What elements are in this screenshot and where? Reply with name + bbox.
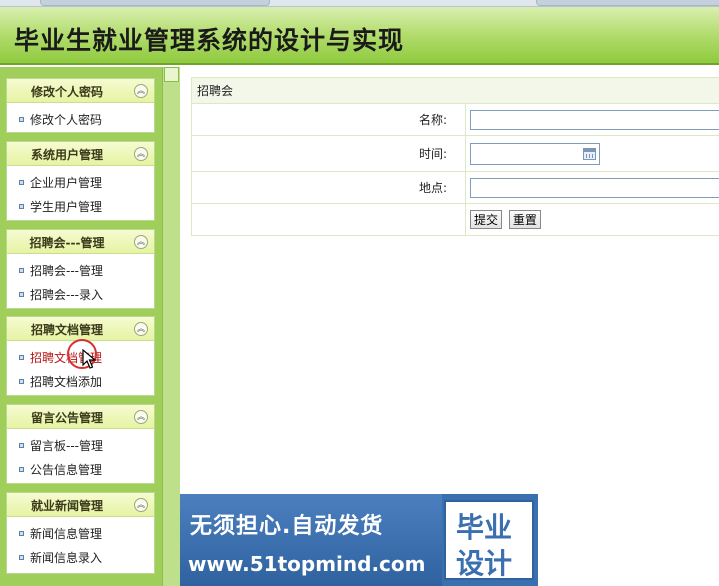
sidebar-item-label: 招聘文档添加 bbox=[30, 375, 103, 389]
sidebar-item-label: 留言板---管理 bbox=[30, 439, 103, 453]
sidebar-group-password: 修改个人密码 ︽ 修改个人密码 bbox=[6, 78, 155, 133]
bullet-icon bbox=[19, 204, 24, 209]
sidebar: 修改个人密码 ︽ 修改个人密码 系统用户管理 ︽ 企业用户管理 学生用户管理 招… bbox=[0, 67, 162, 586]
time-label: 时间: bbox=[191, 135, 466, 172]
bullet-icon bbox=[19, 555, 24, 560]
name-label: 名称: bbox=[191, 103, 466, 136]
browser-tab[interactable] bbox=[536, 0, 719, 6]
browser-tab[interactable] bbox=[40, 0, 270, 6]
sidebar-group-messages: 留言公告管理 ︽ 留言板---管理 公告信息管理 bbox=[6, 404, 155, 484]
collapse-icon[interactable]: ︽ bbox=[134, 498, 148, 512]
ad-slogan: 无须担心.自动发货 bbox=[190, 514, 384, 539]
group-header[interactable]: 系统用户管理 ︽ bbox=[7, 142, 154, 166]
bullet-icon bbox=[19, 268, 24, 273]
sidebar-group-news: 就业新闻管理 ︽ 新闻信息管理 新闻信息录入 bbox=[6, 492, 155, 574]
collapse-icon[interactable]: ︽ bbox=[134, 147, 148, 161]
ad-panel: 无须担心.自动发货 www.51topmind.com bbox=[180, 494, 442, 586]
ad-badge-line2: 设计 bbox=[456, 547, 513, 580]
sidebar-group-job-fair: 招聘会---管理 ︽ 招聘会---管理 招聘会---录入 bbox=[6, 229, 155, 309]
sidebar-item-label: 公告信息管理 bbox=[30, 463, 103, 477]
group-header[interactable]: 修改个人密码 ︽ bbox=[7, 79, 154, 103]
app-header: 毕业生就业管理系统的设计与实现 bbox=[0, 7, 719, 65]
bullet-icon bbox=[19, 379, 24, 384]
group-title: 招聘文档管理 bbox=[30, 323, 103, 337]
ad-badge: 毕业 设计 bbox=[444, 500, 534, 580]
sidebar-item-label: 招聘会---录入 bbox=[30, 288, 103, 302]
group-title: 修改个人密码 bbox=[30, 85, 103, 99]
form-caption: 招聘会 bbox=[191, 77, 719, 104]
page-title: 毕业生就业管理系统的设计与实现 bbox=[14, 26, 405, 55]
sidebar-group-system-users: 系统用户管理 ︽ 企业用户管理 学生用户管理 bbox=[6, 141, 155, 221]
bullet-icon bbox=[19, 355, 24, 360]
sidebar-item-news-add[interactable]: 新闻信息录入 bbox=[7, 546, 154, 570]
sidebar-item-student-users[interactable]: 学生用户管理 bbox=[7, 195, 154, 219]
cursor-icon bbox=[82, 349, 96, 369]
watermark-ad: 无须担心.自动发货 www.51topmind.com 毕业 设计 bbox=[180, 494, 538, 586]
collapse-icon[interactable]: ︽ bbox=[134, 235, 148, 249]
sidebar-splitter[interactable] bbox=[162, 67, 180, 586]
splitter-toggle-icon[interactable] bbox=[164, 67, 179, 82]
name-input[interactable] bbox=[470, 109, 719, 130]
group-header[interactable]: 招聘会---管理 ︽ bbox=[7, 230, 154, 254]
group-title: 招聘会---管理 bbox=[29, 236, 105, 250]
bullet-icon bbox=[19, 292, 24, 297]
ad-badge-line1: 毕业 bbox=[456, 511, 513, 544]
buttons-spacer bbox=[191, 203, 466, 236]
sidebar-item-company-users[interactable]: 企业用户管理 bbox=[7, 171, 154, 195]
group-title: 留言公告管理 bbox=[30, 411, 103, 425]
sidebar-item-label: 新闻信息管理 bbox=[30, 527, 103, 541]
browser-tab-strip bbox=[0, 0, 719, 7]
ad-url: www.51topmind.com bbox=[188, 552, 426, 576]
sidebar-item-message-board[interactable]: 留言板---管理 bbox=[7, 434, 154, 458]
bullet-icon bbox=[19, 467, 24, 472]
group-header[interactable]: 留言公告管理 ︽ bbox=[7, 405, 154, 429]
sidebar-item-label: 企业用户管理 bbox=[30, 176, 103, 190]
submit-button[interactable]: 提交 bbox=[470, 210, 503, 229]
sidebar-item-notices[interactable]: 公告信息管理 bbox=[7, 458, 154, 482]
calendar-icon[interactable] bbox=[583, 147, 596, 160]
collapse-icon[interactable]: ︽ bbox=[134, 410, 148, 424]
sidebar-item-job-fair-add[interactable]: 招聘会---录入 bbox=[7, 283, 154, 307]
time-date-picker[interactable] bbox=[470, 142, 600, 165]
group-title: 系统用户管理 bbox=[30, 148, 103, 162]
sidebar-item-label: 招聘会---管理 bbox=[30, 264, 103, 278]
collapse-icon[interactable]: ︽ bbox=[134, 322, 148, 336]
bullet-icon bbox=[19, 443, 24, 448]
time-input[interactable] bbox=[471, 143, 579, 164]
group-title: 就业新闻管理 bbox=[30, 499, 103, 513]
sidebar-item-label: 新闻信息录入 bbox=[30, 551, 103, 565]
sidebar-item-job-fair-manage[interactable]: 招聘会---管理 bbox=[7, 259, 154, 283]
reset-button[interactable]: 重置 bbox=[508, 210, 541, 229]
sidebar-item-news-manage[interactable]: 新闻信息管理 bbox=[7, 522, 154, 546]
bullet-icon bbox=[19, 531, 24, 536]
job-fair-form: 招聘会 名称: 时间: 地点: 提交 重置 bbox=[191, 77, 719, 236]
sidebar-item-label: 学生用户管理 bbox=[30, 200, 103, 214]
group-header[interactable]: 就业新闻管理 ︽ bbox=[7, 493, 154, 517]
sidebar-item-change-password[interactable]: 修改个人密码 bbox=[7, 108, 154, 132]
group-header[interactable]: 招聘文档管理 ︽ bbox=[7, 317, 154, 341]
bullet-icon bbox=[19, 117, 24, 122]
place-label: 地点: bbox=[191, 171, 466, 204]
collapse-icon[interactable]: ︽ bbox=[134, 84, 148, 98]
sidebar-item-recruit-docs-add[interactable]: 招聘文档添加 bbox=[7, 370, 154, 394]
sidebar-item-label: 修改个人密码 bbox=[30, 113, 103, 127]
place-input[interactable] bbox=[470, 177, 719, 198]
bullet-icon bbox=[19, 180, 24, 185]
